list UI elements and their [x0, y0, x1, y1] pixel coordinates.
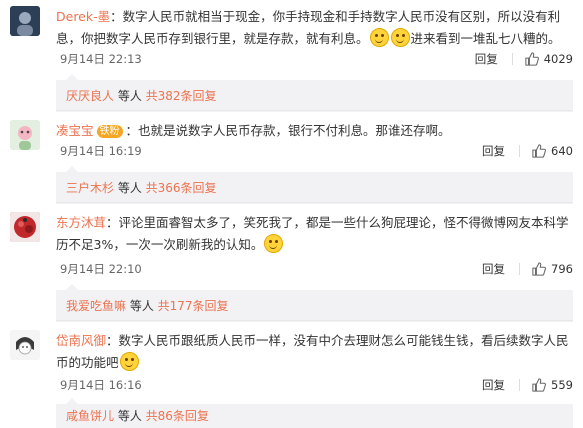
like-count: 4029: [543, 52, 573, 66]
username-link[interactable]: 东方沐茸: [56, 215, 106, 230]
divider: [511, 53, 513, 65]
thumbs-up-icon[interactable]: [532, 378, 547, 392]
thumbs-up-icon[interactable]: [532, 262, 547, 276]
timestamp: 9月14日 22:10: [60, 262, 142, 276]
comment-text: 东方沐茸：评论里面睿智太多了，笑死我了，都是一些什么狗屁理论，怪不得微博网友本科…: [56, 215, 569, 253]
sub-replies-box[interactable]: 咸鱼饼儿 等人 共86条回复: [56, 398, 573, 428]
sub-reply-user[interactable]: 咸鱼饼儿: [66, 409, 114, 423]
sub-reply-user[interactable]: 厌厌良人: [66, 89, 114, 103]
username-link[interactable]: 凑宝宝: [56, 123, 94, 138]
reply-button[interactable]: 回复: [482, 142, 505, 160]
divider: [56, 320, 573, 321]
smile-emoji-icon: [119, 352, 139, 371]
divider: [56, 202, 573, 203]
thumbs-up-icon[interactable]: [532, 144, 547, 158]
sub-replies-box[interactable]: 三户木杉 等人 共366条回复: [56, 166, 573, 204]
like-count: 559: [551, 378, 573, 392]
reply-button[interactable]: 回复: [475, 50, 498, 68]
view-replies-link[interactable]: 共366条回复: [146, 181, 217, 195]
sub-replies-box[interactable]: 我爱吃鱼嘛 等人 共177条回复: [56, 284, 573, 322]
timestamp: 9月14日 16:19: [60, 144, 142, 158]
reply-button[interactable]: 回复: [482, 376, 505, 394]
like-count: 796: [551, 262, 573, 276]
username-link[interactable]: 岱南风御: [56, 333, 106, 348]
smile-emoji-icon: [264, 234, 284, 253]
comment-meta: 9月14日 16:16 回复 559: [60, 376, 573, 394]
sub-reply-user[interactable]: 三户木杉: [66, 181, 114, 195]
view-replies-link[interactable]: 共177条回复: [158, 299, 229, 313]
divider: [56, 110, 573, 111]
sub-reply-user[interactable]: 我爱吃鱼嘛: [66, 299, 126, 313]
view-replies-link[interactable]: 共382条回复: [146, 89, 217, 103]
smile-emoji-icon: [390, 28, 410, 47]
timestamp: 9月14日 22:13: [60, 52, 142, 66]
divider: [519, 145, 521, 157]
divider: [519, 379, 521, 391]
like-count: 640: [551, 144, 573, 158]
username-link[interactable]: Derek-墨: [56, 9, 110, 24]
fan-badge: 铁粉: [96, 125, 123, 138]
comment-meta: 9月14日 22:10 回复 796: [60, 260, 573, 278]
timestamp: 9月14日 16:16: [60, 378, 142, 392]
reply-button[interactable]: 回复: [482, 260, 505, 278]
comment-meta: 9月14日 22:13 回复 4029: [60, 50, 573, 68]
view-replies-link[interactable]: 共86条回复: [146, 409, 209, 423]
avatar[interactable]: [10, 6, 40, 36]
comment-text: 岱南风御：数字人民币跟纸质人民币一样，没有中介去理财怎么可能钱生钱，看后续数字人…: [56, 333, 569, 371]
avatar[interactable]: [10, 330, 40, 360]
avatar[interactable]: [10, 212, 40, 242]
smile-emoji-icon: [369, 28, 389, 47]
divider: [519, 263, 521, 275]
thumbs-up-icon[interactable]: [525, 52, 539, 66]
comment-meta: 9月14日 16:19 回复 640: [60, 142, 573, 160]
comment-text: 凑宝宝 铁粉 ：也就是说数字人民币存款，银行不付利息。那谁还存啊。: [56, 123, 451, 138]
sub-replies-box[interactable]: 厌厌良人 等人 共382条回复: [56, 74, 573, 112]
avatar[interactable]: [10, 120, 40, 150]
comment-text: Derek-墨：数字人民币就相当于现金，你手持现金和手持数字人民币没有区别，所以…: [56, 9, 561, 47]
